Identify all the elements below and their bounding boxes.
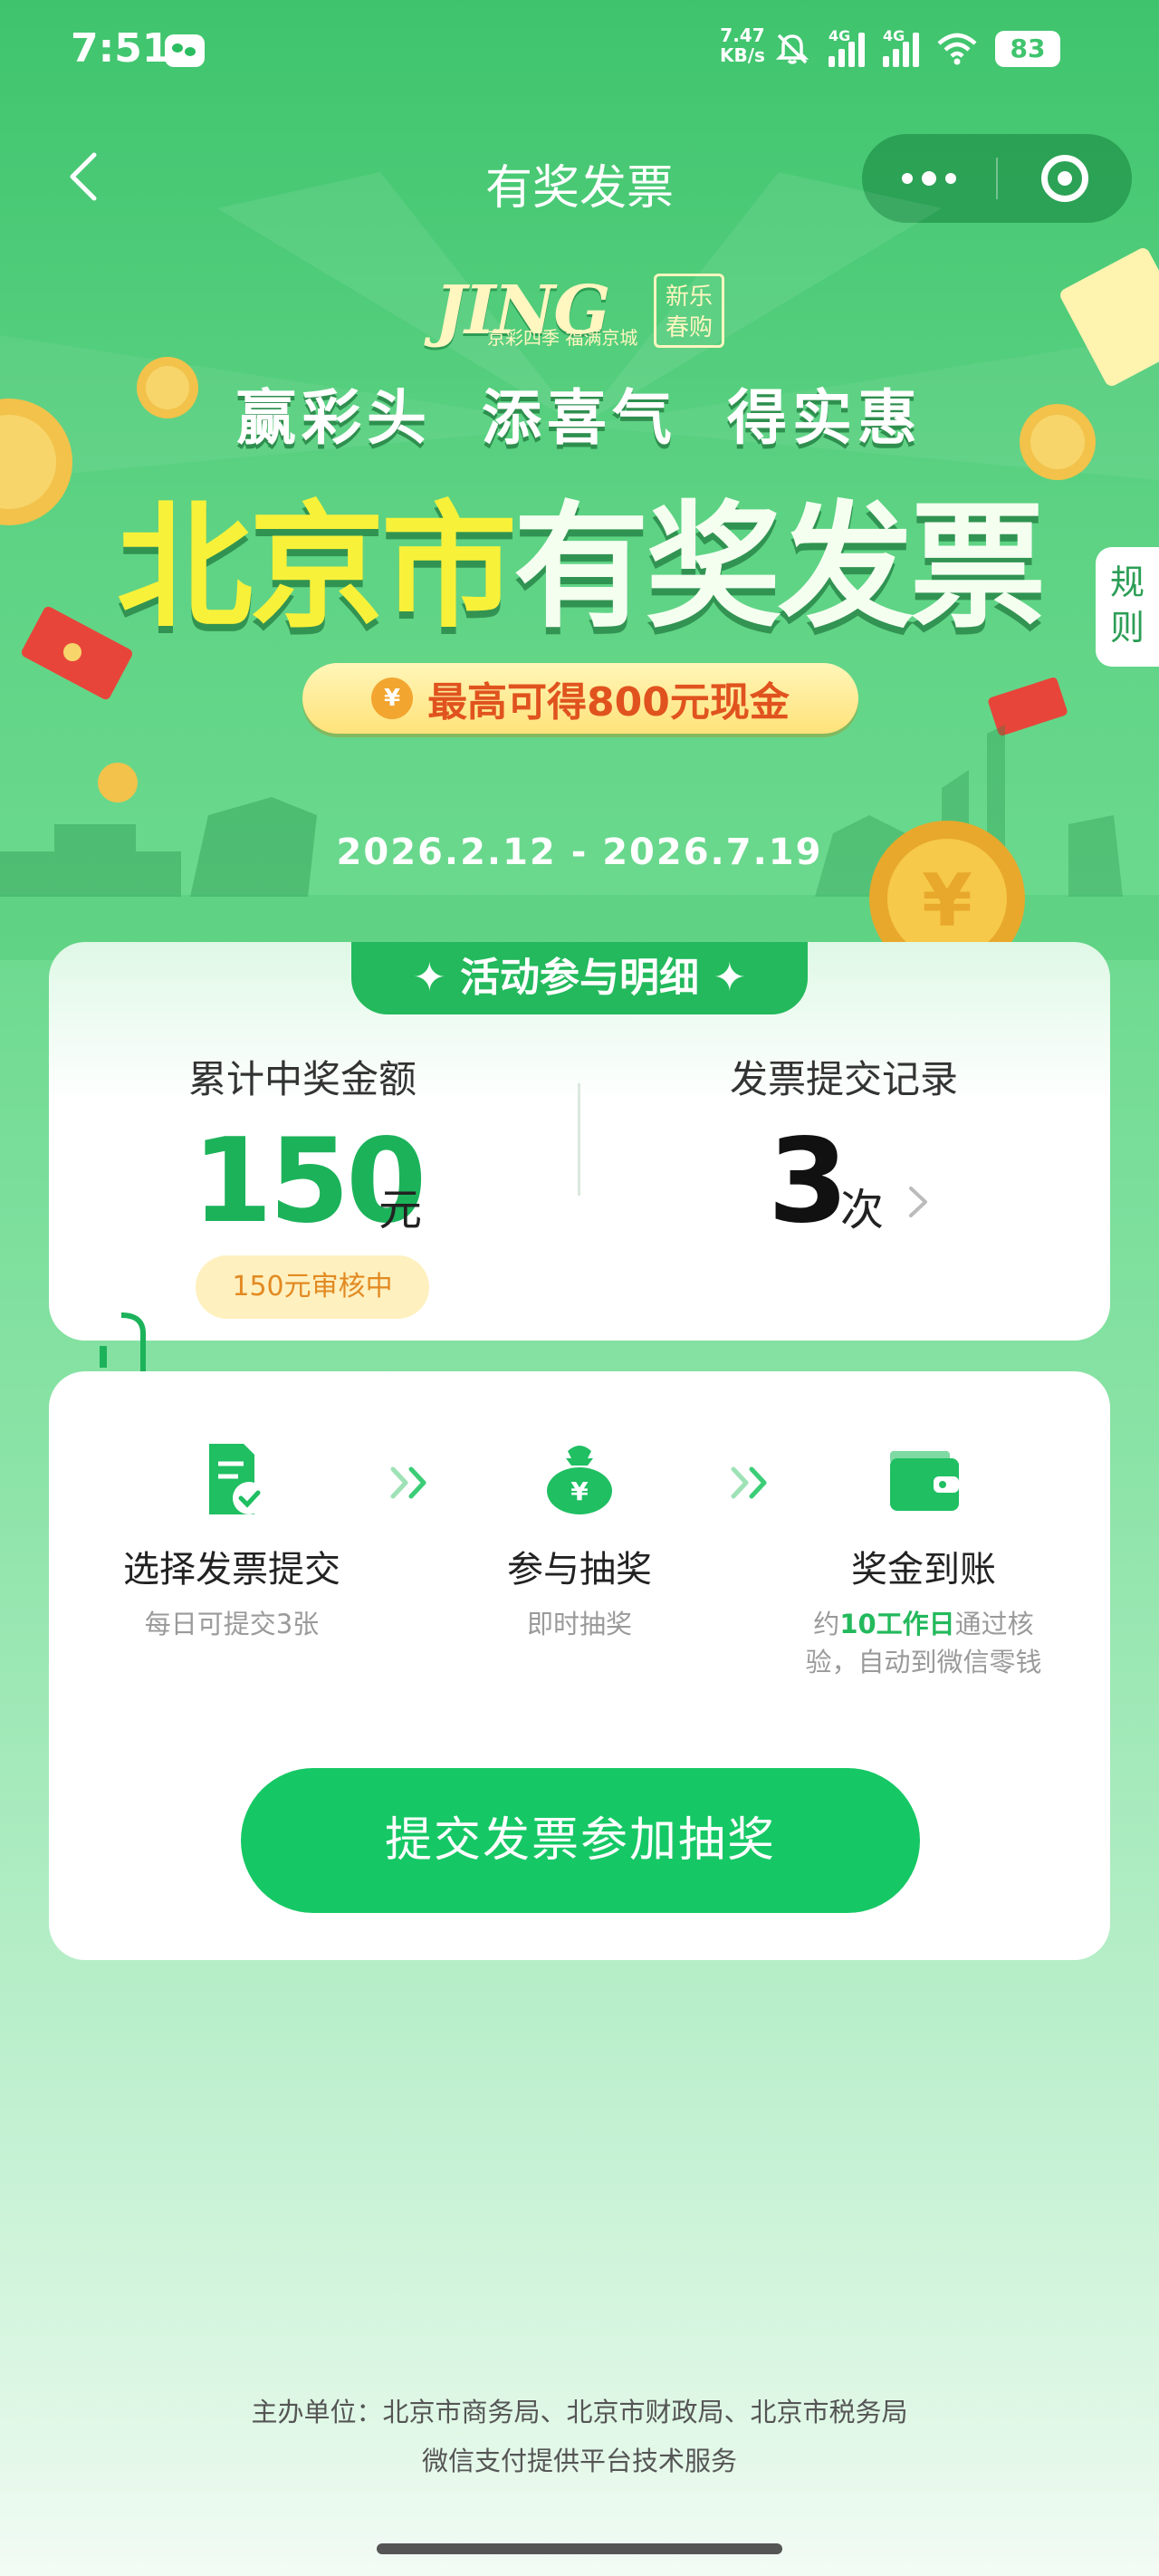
wechat-notification-icon [165, 34, 205, 67]
yuan-coin-icon: ¥ [371, 678, 414, 719]
step-subtitle: 约10工作日通过核验，自动到微信零钱 [805, 1609, 1042, 1677]
invoice-check-icon [209, 1444, 265, 1514]
records-label[interactable]: 发票提交记录 [590, 1049, 1097, 1104]
winnings-unit: 元 [378, 1185, 423, 1235]
submit-invoice-button[interactable]: 提交发票参加抽奖 [241, 1768, 920, 1913]
chevron-right-icon[interactable] [904, 1183, 933, 1221]
status-icons: 4G 4G 83 [774, 27, 1060, 71]
participation-details-tag: ✦ 活动参与明细 ✦ [351, 942, 808, 1014]
tech-support-text: 微信支付提供平台技术服务 [421, 2446, 737, 2476]
network-speed: 7.47 KB/s [720, 24, 765, 66]
jing-logo-subtitle: 京彩四季 福满京城 [487, 327, 638, 349]
max-cash-text: 最高可得800元现金 [427, 679, 790, 726]
spring-shopping-logo: 新乐春购 [654, 274, 724, 348]
records-count[interactable]: 3 [768, 1114, 848, 1250]
review-status-badge: 150元审核中 [196, 1255, 429, 1319]
headline-title: 有奖发票 [513, 489, 1046, 647]
rules-tab[interactable]: 规则 [1096, 547, 1159, 667]
banner-slogan: 赢彩头 添喜气 得实惠 [236, 383, 923, 453]
step-subtitle: 即时抽奖 [526, 1609, 632, 1639]
step-select-invoice: 选择发票提交 每日可提交3张 [96, 1438, 368, 1643]
wallet-icon [890, 1451, 959, 1511]
mute-bell-icon [775, 34, 809, 64]
status-time: 7:51 [71, 25, 170, 72]
signal-4g-icon: 4G [829, 27, 865, 67]
banner-headline: 北京市有奖发票 [0, 457, 1159, 654]
signal-4g-icon: 4G [883, 27, 919, 67]
double-chevron-icon [731, 1466, 767, 1499]
organizer-text: 主办单位：北京市商务局、北京市财政局、北京市税务局 [251, 2397, 908, 2427]
step-title: 选择发票提交 [123, 1549, 340, 1591]
step-payout: 奖金到账 约10工作日通过核验，自动到微信零钱 [788, 1438, 1059, 1681]
home-indicator[interactable] [377, 2543, 782, 2554]
payout-days: 10工作日 [839, 1609, 955, 1639]
step-title: 参与抽奖 [507, 1549, 652, 1591]
step-subtitle: 每日可提交3张 [144, 1609, 320, 1639]
double-chevron-icon [390, 1466, 426, 1499]
status-bar: 7:51 7.47 KB/s 4G 4G 83 [0, 0, 1159, 100]
max-cash-badge: ¥ 最高可得800元现金 [302, 663, 858, 734]
step-lottery: ¥ 参与抽奖 即时抽奖 [444, 1438, 715, 1643]
activity-dates: 2026.2.12 - 2026.7.19 [336, 831, 823, 873]
headline-city: 北京市 [116, 489, 517, 647]
step-title: 奖金到账 [851, 1549, 996, 1591]
battery-icon: 83 [995, 31, 1060, 67]
wifi-icon [937, 33, 977, 65]
winnings-label: 累计中奖金额 [187, 1057, 417, 1101]
svg-text:¥: ¥ [570, 1476, 589, 1506]
records-unit[interactable]: 次 [840, 1174, 884, 1237]
column-divider [578, 1083, 580, 1196]
money-bag-icon: ¥ [547, 1446, 612, 1514]
